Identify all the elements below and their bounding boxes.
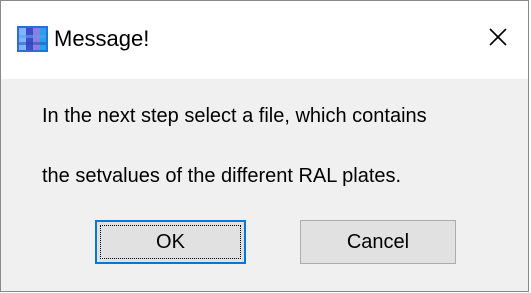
ok-button-label: OK <box>156 230 185 253</box>
cancel-button-label: Cancel <box>346 230 410 253</box>
cancel-button[interactable]: Cancel <box>300 220 456 264</box>
ok-button[interactable]: OK <box>95 220 246 264</box>
title-bar: Message! <box>1 1 528 79</box>
app-icon <box>17 26 48 52</box>
message-line-1: In the next step select a file, which co… <box>42 105 427 127</box>
message-line-2: the setvalues of the different RAL plate… <box>42 165 402 187</box>
close-icon <box>489 28 507 46</box>
message-dialog: Message! In the next step select a file,… <box>0 0 529 292</box>
close-button[interactable] <box>478 19 518 55</box>
window-title: Message! <box>54 26 150 51</box>
